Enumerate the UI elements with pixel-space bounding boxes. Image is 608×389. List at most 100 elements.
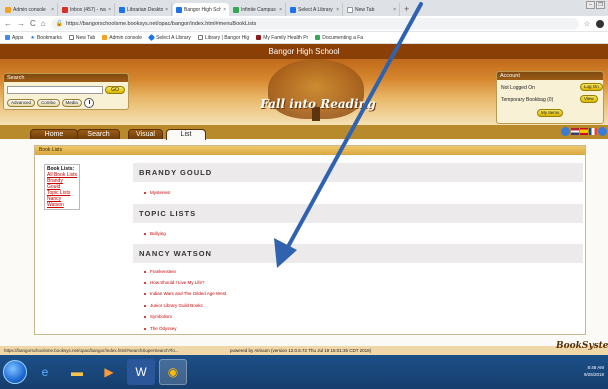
bookmark-admin-console[interactable]: Admin console: [102, 35, 142, 41]
star-icon[interactable]: ☆: [584, 20, 590, 28]
bookmark-new-tab[interactable]: New Tab: [68, 35, 95, 41]
flag-france-icon[interactable]: [589, 128, 597, 135]
home-icon[interactable]: ⌂: [41, 19, 46, 28]
bullet-icon: [144, 292, 146, 295]
start-button[interactable]: [3, 360, 27, 384]
tab-visual[interactable]: Visual: [128, 129, 163, 139]
apps-grid-icon: [5, 35, 10, 40]
tab-home[interactable]: Home: [30, 129, 78, 139]
search-panel: Search GO Advanced Combo Media: [3, 73, 129, 110]
back-icon[interactable]: ←: [4, 19, 12, 28]
powered-by: powered by Atriuum (version 12.0.6.72 Th…: [230, 348, 372, 353]
search-panel-heading: Search: [4, 74, 128, 82]
bookmark-library-bangor[interactable]: Library | Bangor Hig: [197, 35, 249, 41]
browser-tab[interactable]: Librarian Desktop ×: [116, 3, 172, 16]
bookbag-label: Temporary Bookbag (0): [501, 97, 554, 103]
media-player-icon[interactable]: ▶: [95, 359, 123, 385]
close-icon[interactable]: ×: [336, 7, 339, 13]
list-item[interactable]: Indian Wars and The Gilded Age West: [144, 291, 226, 296]
health-icon: [256, 35, 262, 40]
login-status: Not Logged On: [501, 85, 535, 91]
reload-icon[interactable]: C: [30, 19, 36, 28]
toc-link-brandy-gould[interactable]: Brandy Gould: [47, 178, 77, 190]
footer-logo: BookSystems: [556, 341, 608, 351]
tab-search[interactable]: Search: [77, 129, 120, 139]
bookmark-select-library[interactable]: Select A Library: [148, 33, 191, 42]
browser-tab[interactable]: Inbox (457) - rwatso×: [59, 3, 115, 16]
browser-tab-active[interactable]: Bangor High School×: [173, 3, 229, 16]
tab-favicon-icon: [290, 6, 296, 13]
go-button[interactable]: GO: [105, 86, 125, 94]
tab-favicon-icon: [233, 6, 239, 13]
browser-tab[interactable]: New Tab ×: [344, 3, 400, 16]
chrome-icon[interactable]: ◉: [159, 359, 187, 385]
media-search-button[interactable]: Media: [61, 99, 82, 107]
globe-icon[interactable]: [561, 127, 570, 136]
site-title: Bangor High School: [0, 44, 608, 59]
list-item[interactable]: Junior Library Guild Books: [144, 303, 203, 308]
bullet-icon: [144, 327, 146, 330]
my-items-button[interactable]: My Items: [537, 109, 564, 117]
book-lists-heading: Book Lists: [35, 146, 585, 155]
bullet-icon: [144, 232, 146, 235]
help-icon[interactable]: [598, 127, 607, 136]
bookmark-family-health[interactable]: My Family Health Pr: [256, 35, 308, 41]
list-item[interactable]: Bullying: [144, 231, 166, 236]
browser-tab[interactable]: Select A Library ×: [287, 3, 343, 16]
flag-spain-icon[interactable]: [580, 128, 588, 135]
history-clock-icon[interactable]: [83, 98, 94, 108]
list-item[interactable]: Mysteries!: [144, 190, 171, 195]
close-icon[interactable]: ×: [393, 7, 396, 13]
search-input[interactable]: [7, 86, 103, 94]
log-on-button[interactable]: Log On: [580, 83, 603, 91]
bookmarks-bar: Apps ★ Bookmarks New Tab Admin console Se…: [0, 32, 608, 44]
address-bar[interactable]: 🔒 https://bangorschoolsme.booksys.net/op…: [50, 17, 579, 30]
page-icon: [197, 35, 203, 40]
close-icon[interactable]: ×: [279, 7, 282, 13]
section-heading: BRANDY GOULD: [133, 163, 583, 182]
tab-favicon-icon: [347, 6, 353, 13]
close-icon[interactable]: ×: [165, 7, 168, 13]
bookmark-documenting[interactable]: Documenting a Fa: [315, 35, 363, 41]
windows-taskbar: e ▬ ▶ W ◉: [0, 355, 608, 389]
toc-link-nancy-watson[interactable]: Nancy Watson: [47, 196, 77, 208]
close-icon[interactable]: ×: [108, 7, 111, 13]
ie-icon[interactable]: e: [31, 359, 59, 385]
tab-favicon-icon: [62, 6, 68, 13]
combo-search-button[interactable]: Combo: [37, 99, 60, 107]
tab-favicon-icon: [119, 6, 125, 13]
list-item[interactable]: Symbolism: [144, 314, 172, 319]
close-icon[interactable]: ×: [51, 7, 54, 13]
window-controls: – ❐: [586, 1, 605, 9]
lock-icon: 🔒: [55, 21, 64, 27]
close-icon[interactable]: ×: [223, 7, 226, 13]
bookmark-apps[interactable]: Apps: [5, 35, 23, 41]
leaf-icon: [315, 35, 321, 40]
flag-us-icon[interactable]: [571, 128, 579, 135]
view-bookbag-button[interactable]: View: [580, 95, 598, 103]
list-item[interactable]: How Should I Live My Life?: [144, 280, 205, 285]
restore-icon[interactable]: ❐: [596, 1, 605, 9]
bookmark-bookmarks[interactable]: ★ Bookmarks: [30, 35, 62, 41]
folder-icon[interactable]: ▬: [63, 359, 91, 385]
minimize-icon[interactable]: –: [586, 1, 595, 9]
tab-list[interactable]: List: [166, 129, 206, 140]
list-item[interactable]: Frankenstein: [144, 269, 176, 274]
section-heading: TOPIC LISTS: [133, 204, 583, 223]
language-selector: [561, 127, 607, 136]
advanced-search-button[interactable]: Advanced: [7, 99, 36, 107]
browser-tab[interactable]: Admin console ×: [2, 3, 58, 16]
bullet-icon: [144, 304, 146, 307]
browser-nav-bar: ← → C ⌂ 🔒 https://bangorschoolsme.booksy…: [0, 16, 608, 32]
browser-tab[interactable]: Infinite Campus ×: [230, 3, 286, 16]
forward-icon[interactable]: →: [17, 19, 25, 28]
section-heading: NANCY WATSON: [133, 244, 583, 263]
diamond-icon: [148, 33, 156, 42]
word-icon[interactable]: W: [127, 359, 155, 385]
new-tab-button[interactable]: +: [404, 3, 409, 16]
profile-icon[interactable]: [596, 19, 604, 28]
list-item[interactable]: The Odyssey: [144, 326, 177, 331]
browser-tab-strip: Admin console× Inbox (457) - rwatso× Lib…: [0, 0, 608, 16]
banner-title: Fall into Reading: [260, 97, 376, 111]
tab-favicon-icon: [176, 6, 182, 13]
